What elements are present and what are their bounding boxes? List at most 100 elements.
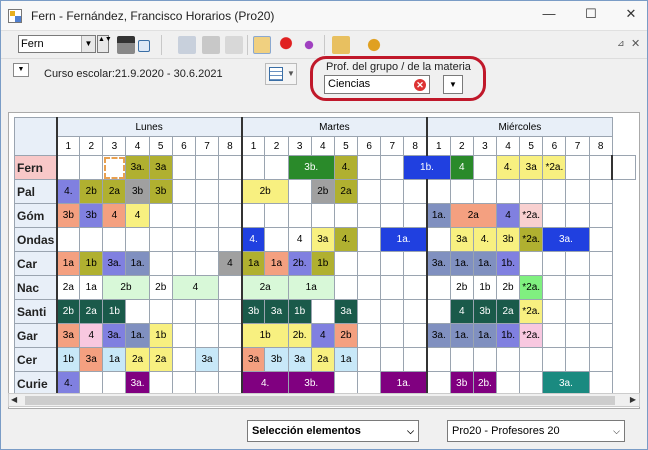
lesson-cell[interactable]: 3a. [425, 323, 451, 348]
lesson-cell[interactable]: 1a [79, 275, 104, 300]
lesson-cell[interactable]: 4. [55, 371, 81, 396]
maximize-button[interactable]: ☐ [573, 1, 609, 29]
empty-cell[interactable] [380, 347, 405, 372]
lesson-cell[interactable]: 3a [310, 227, 335, 252]
lesson-cell[interactable]: 2a [125, 347, 150, 372]
empty-cell[interactable] [403, 323, 428, 348]
empty-cell[interactable] [171, 299, 196, 324]
settings-icon[interactable] [332, 36, 350, 54]
empty-cell[interactable] [425, 227, 451, 252]
lesson-cell[interactable]: 2b. [287, 323, 312, 348]
lesson-cell[interactable]: 1a. [425, 203, 451, 228]
lesson-cell[interactable]: 3b [449, 371, 474, 396]
gear-icon[interactable] [365, 36, 383, 54]
teacher-label[interactable]: Car [14, 251, 57, 276]
empty-cell[interactable] [287, 203, 312, 228]
empty-cell[interactable] [310, 203, 335, 228]
empty-cell[interactable] [357, 227, 382, 252]
empty-cell[interactable] [218, 299, 243, 324]
teacher-label[interactable]: Fern [14, 155, 57, 180]
empty-cell[interactable] [380, 251, 405, 276]
lesson-cell[interactable]: 2a [449, 203, 497, 228]
empty-cell[interactable] [588, 299, 613, 324]
empty-cell[interactable] [218, 179, 243, 204]
lesson-cell[interactable]: 2b [333, 323, 359, 348]
empty-cell[interactable] [171, 227, 196, 252]
lesson-cell[interactable]: 1b [240, 323, 289, 348]
lesson-cell[interactable]: 1b [148, 323, 173, 348]
empty-cell[interactable] [565, 275, 590, 300]
lesson-cell[interactable]: 3a. [102, 251, 127, 276]
lesson-cell[interactable]: 1a. [380, 227, 428, 252]
lesson-cell[interactable]: 3a [148, 155, 173, 180]
empty-cell[interactable] [171, 347, 196, 372]
empty-cell[interactable] [287, 179, 312, 204]
lesson-cell[interactable]: 1b [79, 251, 104, 276]
empty-cell[interactable] [194, 227, 220, 252]
lesson-cell[interactable]: 1a. [449, 323, 474, 348]
empty-cell[interactable] [171, 251, 196, 276]
lesson-cell[interactable]: *2a. [519, 275, 544, 300]
lesson-cell[interactable]: 4 [310, 323, 335, 348]
empty-cell[interactable] [264, 203, 289, 228]
teacher-label[interactable]: Góm [14, 203, 57, 228]
lesson-cell[interactable]: *2a. [519, 323, 544, 348]
empty-cell[interactable] [218, 227, 243, 252]
empty-cell[interactable] [425, 347, 451, 372]
lesson-cell[interactable]: *2a. [519, 203, 544, 228]
lesson-cell[interactable]: 3a. [102, 323, 127, 348]
empty-cell[interactable] [148, 299, 173, 324]
teacher-label[interactable]: Nac [14, 275, 57, 300]
empty-cell[interactable] [218, 323, 243, 348]
lesson-cell[interactable]: 2a [333, 179, 359, 204]
lesson-cell[interactable]: 2b. [472, 371, 497, 396]
lesson-cell[interactable]: 3a [79, 347, 104, 372]
lesson-cell[interactable]: 3a [55, 323, 81, 348]
empty-cell[interactable] [125, 227, 150, 252]
options-menu-button[interactable]: ▼ [13, 63, 29, 77]
empty-cell[interactable] [519, 179, 544, 204]
lesson-cell[interactable]: 3b [125, 179, 150, 204]
lesson-cell[interactable]: 2a [79, 299, 104, 324]
empty-cell[interactable] [357, 203, 382, 228]
element-spinner[interactable]: ▲▼ [97, 35, 112, 53]
lesson-cell[interactable]: 2a [55, 275, 81, 300]
empty-cell[interactable] [611, 155, 637, 180]
lesson-cell[interactable]: *2a. [542, 155, 567, 180]
lesson-cell[interactable]: 2b. [287, 251, 312, 276]
empty-cell[interactable] [194, 179, 220, 204]
lesson-cell[interactable]: 1a. [125, 323, 150, 348]
empty-cell[interactable] [403, 251, 428, 276]
empty-cell[interactable] [588, 155, 613, 180]
edit-icon[interactable] [253, 36, 271, 54]
lesson-cell[interactable]: 3b [495, 227, 521, 252]
empty-cell[interactable] [519, 371, 544, 396]
empty-cell[interactable] [472, 347, 497, 372]
lesson-cell[interactable]: 1b [102, 299, 127, 324]
lesson-cell[interactable]: 1b. [495, 323, 521, 348]
empty-cell[interactable] [425, 299, 451, 324]
lesson-cell[interactable]: 1a. [472, 323, 497, 348]
empty-cell[interactable] [357, 155, 382, 180]
empty-cell[interactable] [194, 155, 220, 180]
lesson-cell[interactable]: 1a. [125, 251, 150, 276]
lesson-cell[interactable]: 1b [287, 299, 312, 324]
lesson-cell[interactable]: 1a. [449, 251, 474, 276]
empty-cell[interactable] [403, 299, 428, 324]
empty-cell[interactable] [194, 251, 220, 276]
empty-cell[interactable] [542, 347, 567, 372]
lesson-cell[interactable]: 4. [333, 155, 359, 180]
lesson-cell[interactable]: 1a [55, 251, 81, 276]
empty-cell[interactable] [380, 203, 405, 228]
pin-panel-icon[interactable]: ⊿ [617, 38, 625, 49]
empty-cell[interactable] [542, 203, 567, 228]
empty-cell[interactable] [333, 251, 359, 276]
empty-cell[interactable] [588, 179, 613, 204]
timetable-format-button[interactable]: ▼ [265, 63, 297, 85]
lesson-cell[interactable]: 3b [240, 299, 266, 324]
empty-cell[interactable] [565, 203, 590, 228]
lock-icon[interactable] [202, 36, 220, 54]
users-icon[interactable] [300, 36, 318, 54]
empty-cell[interactable] [333, 275, 359, 300]
empty-cell[interactable] [171, 155, 196, 180]
